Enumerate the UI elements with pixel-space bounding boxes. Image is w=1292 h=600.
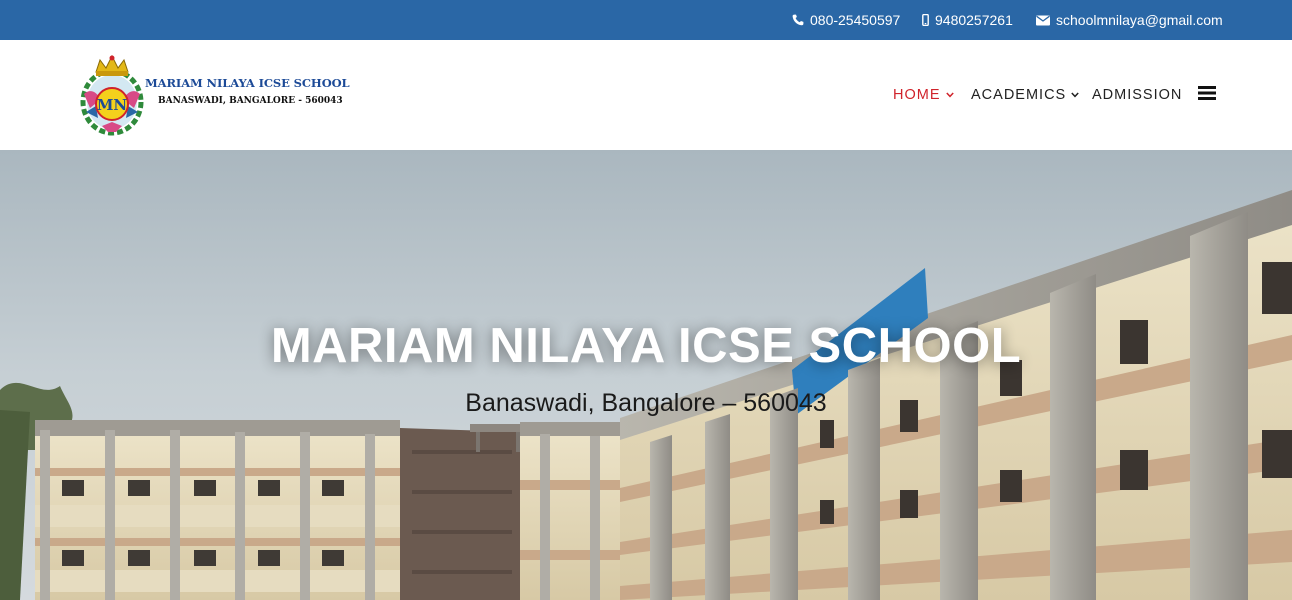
school-crest-logo[interactable]: MN bbox=[76, 52, 326, 136]
envelope-icon bbox=[1036, 15, 1050, 25]
hero-title: MARIAM NILAYA ICSE SCHOOL bbox=[270, 319, 1022, 373]
phone-link[interactable]: 080-25450597 bbox=[792, 12, 900, 28]
site-header: MN MARIAM NILAYA ICSE SCHOOL BANASWADI, … bbox=[0, 40, 1292, 150]
logo-school-name: MARIAM NILAYA ICSE SCHOOL bbox=[145, 76, 350, 90]
svg-text:MN: MN bbox=[97, 96, 128, 114]
nav-admission-label: ADMISSION bbox=[1092, 87, 1183, 103]
phone-number: 080-25450597 bbox=[810, 12, 901, 28]
mobile-number: 9480257261 bbox=[935, 12, 1013, 28]
mobile-icon bbox=[922, 14, 929, 26]
email-address: schoolmnilaya@gmail.com bbox=[1056, 12, 1223, 28]
nav-home-label: HOME bbox=[893, 87, 941, 103]
top-contact-bar: 080-25450597 9480257261 schoolmnilaya@gm… bbox=[0, 0, 1292, 40]
nav-academics[interactable]: ACADEMICS bbox=[971, 87, 1079, 103]
nav-home[interactable]: HOME bbox=[893, 87, 954, 103]
hero-subtitle: Banaswadi, Bangalore – 560043 bbox=[465, 389, 827, 417]
nav-academics-label: ACADEMICS bbox=[971, 87, 1067, 103]
hero-banner: MARIAM NILAYA ICSE SCHOOL Banaswadi, Ban… bbox=[0, 150, 1292, 600]
nav-admission[interactable]: ADMISSION bbox=[1092, 87, 1182, 103]
school-building-photo bbox=[0, 150, 1292, 600]
chevron-down-icon bbox=[945, 92, 954, 98]
logo-school-address: BANASWADI, BANGALORE - 560043 bbox=[158, 96, 343, 106]
mobile-link[interactable]: 9480257261 bbox=[922, 12, 1013, 28]
hamburger-icon[interactable] bbox=[1198, 85, 1216, 101]
email-link[interactable]: schoolmnilaya@gmail.com bbox=[1036, 12, 1223, 28]
phone-icon bbox=[792, 14, 804, 26]
chevron-down-icon bbox=[1071, 92, 1079, 98]
